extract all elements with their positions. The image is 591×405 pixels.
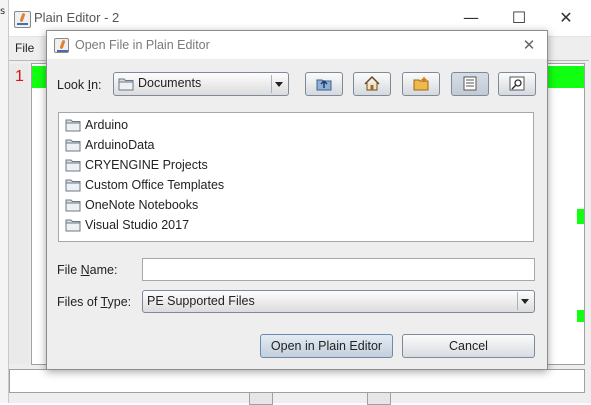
file-name-field[interactable] xyxy=(142,258,535,281)
list-view-icon xyxy=(463,76,477,91)
new-folder-icon xyxy=(413,77,429,91)
files-of-type-label-suffix: ype: xyxy=(107,295,132,309)
folder-icon xyxy=(65,219,81,232)
folder-icon xyxy=(65,199,81,212)
look-in-label-text: Look xyxy=(57,78,88,92)
files-of-type-mnemonic: T xyxy=(100,295,108,309)
look-in-combo[interactable]: Documents xyxy=(113,72,289,96)
details-view-button[interactable] xyxy=(498,72,536,96)
file-name-label: File Name: xyxy=(57,263,117,277)
home-icon xyxy=(364,76,380,91)
highlight-marker xyxy=(577,310,584,322)
details-view-icon xyxy=(509,76,525,91)
file-name: ArduinoData xyxy=(85,138,155,152)
file-name-mnemonic: N xyxy=(80,263,90,277)
highlight-marker xyxy=(577,209,584,224)
files-of-type-label-text: Files of xyxy=(57,295,101,309)
line-number: 1 xyxy=(15,68,24,85)
line-number-gutter: 1 xyxy=(9,64,29,364)
files-of-type-combo[interactable]: PE Supported Files xyxy=(142,290,535,313)
folder-icon xyxy=(118,78,134,91)
java-app-icon xyxy=(14,11,31,28)
status-cell xyxy=(367,392,391,405)
edge-fragment: s xyxy=(0,6,6,17)
minimize-button[interactable]: — xyxy=(455,6,487,30)
folder-icon xyxy=(65,159,81,172)
look-in-label-suffix: n: xyxy=(91,78,102,92)
dialog-title: Open File in Plain Editor xyxy=(75,38,210,52)
maximize-button[interactable]: ☐ xyxy=(503,6,535,30)
file-name: Custom Office Templates xyxy=(85,178,225,192)
dialog-close-button[interactable]: ✕ xyxy=(517,33,541,57)
chevron-down-icon[interactable] xyxy=(517,292,532,310)
dialog-titlebar: Open File in Plain Editor ✕ xyxy=(47,31,547,59)
status-cell xyxy=(249,392,273,405)
look-in-label: Look In: xyxy=(57,78,102,92)
file-name: Arduino xyxy=(85,118,129,132)
file-name-label-text: File xyxy=(57,263,81,277)
folder-icon xyxy=(65,179,81,192)
open-file-dialog: Open File in Plain Editor ✕ Look In: Doc… xyxy=(46,30,548,370)
file-name: CRYENGINE Projects xyxy=(85,158,208,172)
main-window-title: Plain Editor - 2 xyxy=(34,10,120,25)
chevron-down-icon[interactable] xyxy=(271,75,286,93)
cancel-button[interactable]: Cancel xyxy=(402,334,535,358)
folder-icon xyxy=(65,139,81,152)
up-one-level-button[interactable] xyxy=(305,72,343,96)
open-button[interactable]: Open in Plain Editor xyxy=(260,334,393,358)
list-view-button[interactable] xyxy=(451,72,489,96)
file-name: OneNote Notebooks xyxy=(85,198,199,212)
file-list[interactable]: Arduino ArduinoData CRYENGINE Projects C… xyxy=(58,112,534,242)
close-button[interactable]: ✕ xyxy=(550,6,582,30)
java-app-icon xyxy=(54,38,69,53)
look-in-value: Documents xyxy=(138,76,202,90)
folder-icon xyxy=(65,119,81,132)
home-button[interactable] xyxy=(353,72,391,96)
files-of-type-value: PE Supported Files xyxy=(147,294,255,308)
menu-file[interactable]: File xyxy=(15,41,34,55)
up-folder-icon xyxy=(316,79,332,91)
bottom-input-field[interactable] xyxy=(9,369,585,393)
file-name-label-suffix: ame: xyxy=(89,263,118,277)
files-of-type-label: Files of Type: xyxy=(57,295,131,309)
new-folder-button[interactable] xyxy=(402,72,440,96)
file-name: Visual Studio 2017 xyxy=(85,218,190,232)
